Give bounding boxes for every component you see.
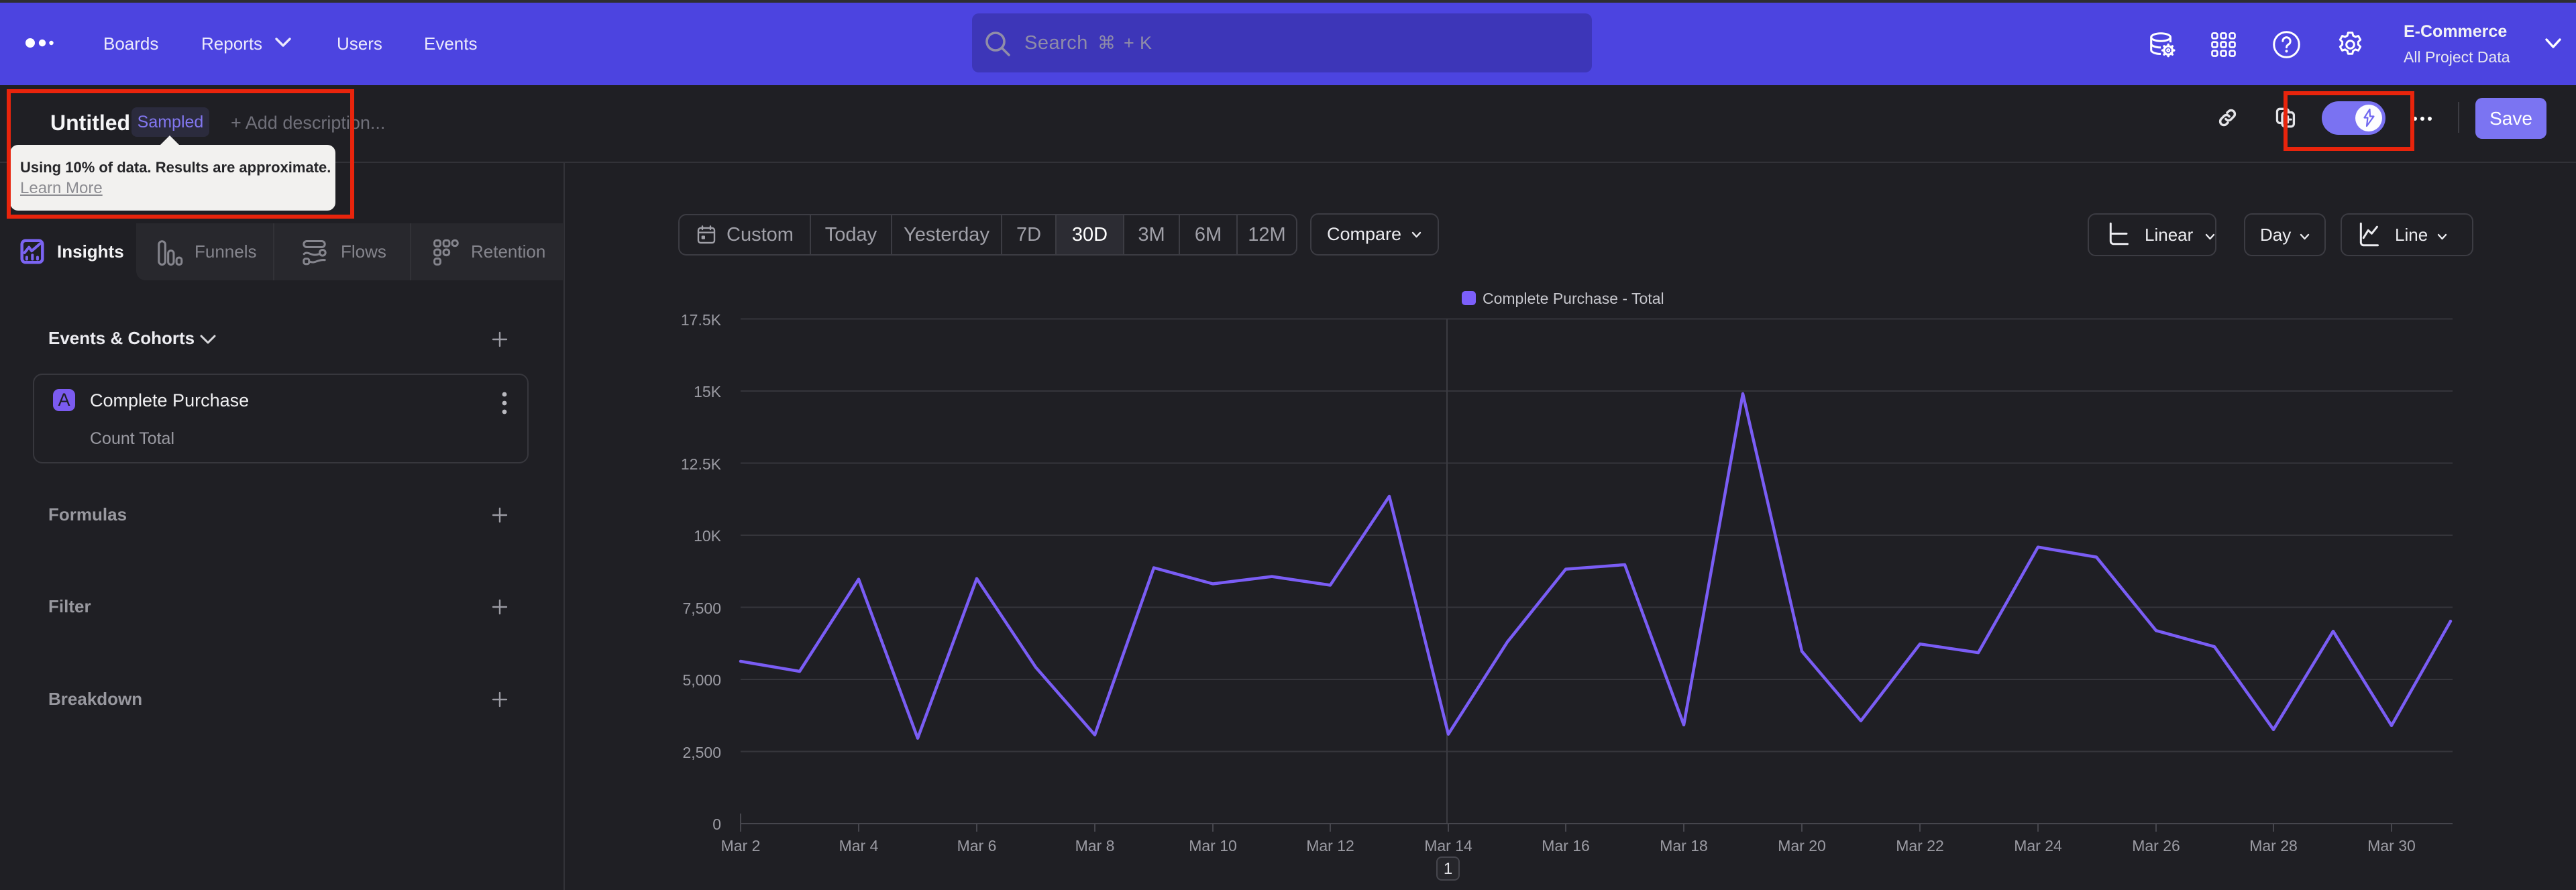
svg-text:Mar 16: Mar 16 <box>1542 837 1590 854</box>
svg-text:7,500: 7,500 <box>682 600 721 617</box>
svg-text:Mar 10: Mar 10 <box>1189 837 1237 854</box>
svg-text:15K: 15K <box>694 383 722 400</box>
svg-text:Mar 28: Mar 28 <box>2249 837 2298 854</box>
svg-text:12.5K: 12.5K <box>681 455 722 473</box>
svg-text:Mar 30: Mar 30 <box>2367 837 2416 854</box>
svg-text:Mar 22: Mar 22 <box>1896 837 1944 854</box>
svg-text:Mar 24: Mar 24 <box>2014 837 2062 854</box>
svg-text:10K: 10K <box>694 527 722 545</box>
svg-text:Mar 6: Mar 6 <box>957 837 997 854</box>
svg-text:5,000: 5,000 <box>682 671 721 689</box>
svg-text:2,500: 2,500 <box>682 744 721 761</box>
svg-text:0: 0 <box>712 816 721 833</box>
svg-text:Mar 26: Mar 26 <box>2132 837 2180 854</box>
svg-text:Mar 2: Mar 2 <box>721 837 761 854</box>
svg-text:Mar 8: Mar 8 <box>1075 837 1115 854</box>
svg-text:Mar 20: Mar 20 <box>1778 837 1826 854</box>
svg-text:Mar 4: Mar 4 <box>839 837 879 854</box>
svg-text:17.5K: 17.5K <box>681 311 722 329</box>
svg-text:Mar 14: Mar 14 <box>1424 837 1472 854</box>
svg-text:Mar 18: Mar 18 <box>1660 837 1708 854</box>
svg-text:Mar 12: Mar 12 <box>1306 837 1354 854</box>
